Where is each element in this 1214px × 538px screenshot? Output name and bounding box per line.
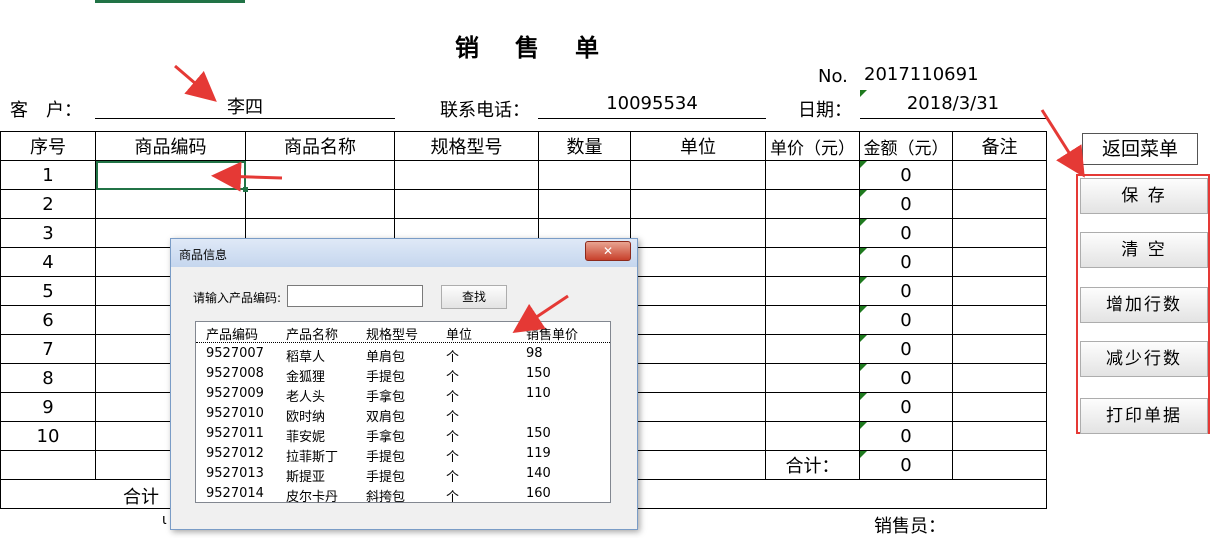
annotation-arrows [174,64,1085,333]
arrow-to-code-cell [211,161,283,192]
arrow-to-customer [174,64,217,102]
arrow-to-product-list [512,294,569,333]
arrow-to-buttons [1040,109,1085,178]
